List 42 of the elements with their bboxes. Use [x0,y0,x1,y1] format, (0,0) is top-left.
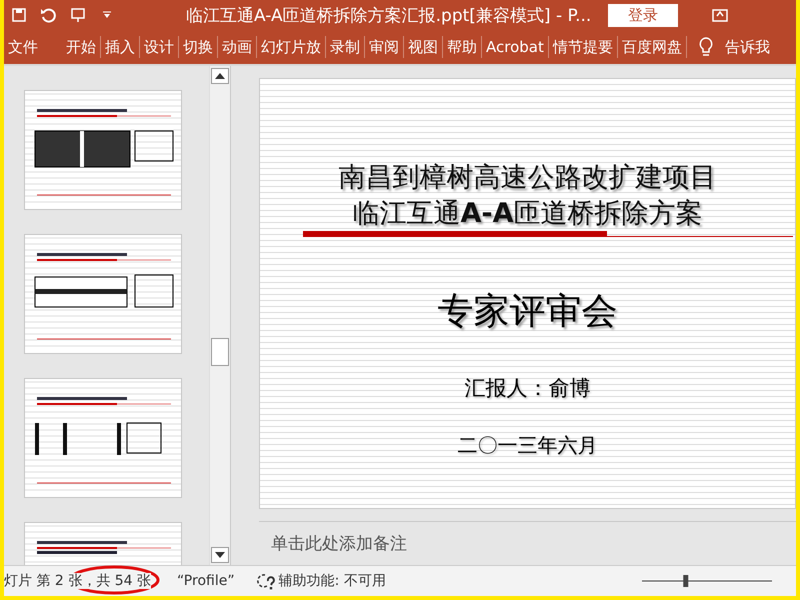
slide-subtitle: 专家评审会 [438,290,618,334]
slide-thumbnail-drawing[interactable] [24,378,182,498]
ribbon-tab[interactable]: 切换 [179,36,217,58]
dropdown-icon[interactable] [102,11,112,19]
tell-me-field[interactable]: 告诉我 [724,38,770,56]
sign-in-button[interactable]: 登录 [608,4,678,26]
slide-thumbnail-drawing[interactable] [24,90,182,210]
date-text: 二〇一三年六月 [458,432,598,459]
ribbon-tab[interactable]: 帮助 [443,36,481,58]
lightbulb-icon[interactable] [698,37,713,57]
undo-icon[interactable] [40,7,56,23]
ribbon-tab[interactable]: 开始 [62,36,100,58]
ribbon-tab[interactable]: 幻灯片放 [257,36,325,58]
slide-title: 临江互通A-A匝道桥拆除方案 [352,197,702,231]
ribbon-tab[interactable]: 视图 [404,36,442,58]
slide-counter: 灯片 第 2 张，共 54 张 [4,573,151,589]
ribbon-tab[interactable]: 百度网盘 [618,36,686,58]
slide-title: 南昌到樟树高速公路改扩建项目 [338,161,716,195]
ribbon-tab[interactable]: Acrobat [482,36,548,58]
accessibility-status[interactable]: 辅助功能: 不可用 [278,572,386,590]
presenter-text: 汇报人：俞博 [464,375,590,402]
scroll-down-button[interactable] [211,547,229,563]
ribbon-tab[interactable]: 插入 [101,36,139,58]
slide-thumbnail-drawing[interactable] [24,234,182,354]
ribbon-tab[interactable]: 动画 [218,36,256,58]
scrollbar-thumb[interactable] [211,338,229,366]
save-icon[interactable] [12,8,26,22]
scroll-up-icon[interactable] [215,73,225,79]
zoom-slider-thumb[interactable] [683,575,688,587]
ribbon-tab[interactable]: 审阅 [365,36,403,58]
ribbon-tab[interactable]: 情节提要 [548,36,617,58]
ribbon-tab[interactable]: 设计 [140,36,178,58]
scroll-up-button[interactable] [211,68,229,84]
presenter-icon[interactable] [70,7,88,23]
ribbon-tab[interactable]: 录制 [326,36,364,58]
ribbon-tab[interactable]: 文件 [4,36,42,58]
scroll-down-icon[interactable] [215,552,225,558]
theme-name: “Profile” [176,573,235,589]
zoom-slider[interactable] [642,574,772,588]
window-title: 临江互通A-A匝道桥拆除方案汇报.ppt[兼容模式] - P... [186,4,592,26]
accessibility-icon[interactable] [256,572,277,590]
ribbon-display-icon[interactable] [712,8,728,22]
